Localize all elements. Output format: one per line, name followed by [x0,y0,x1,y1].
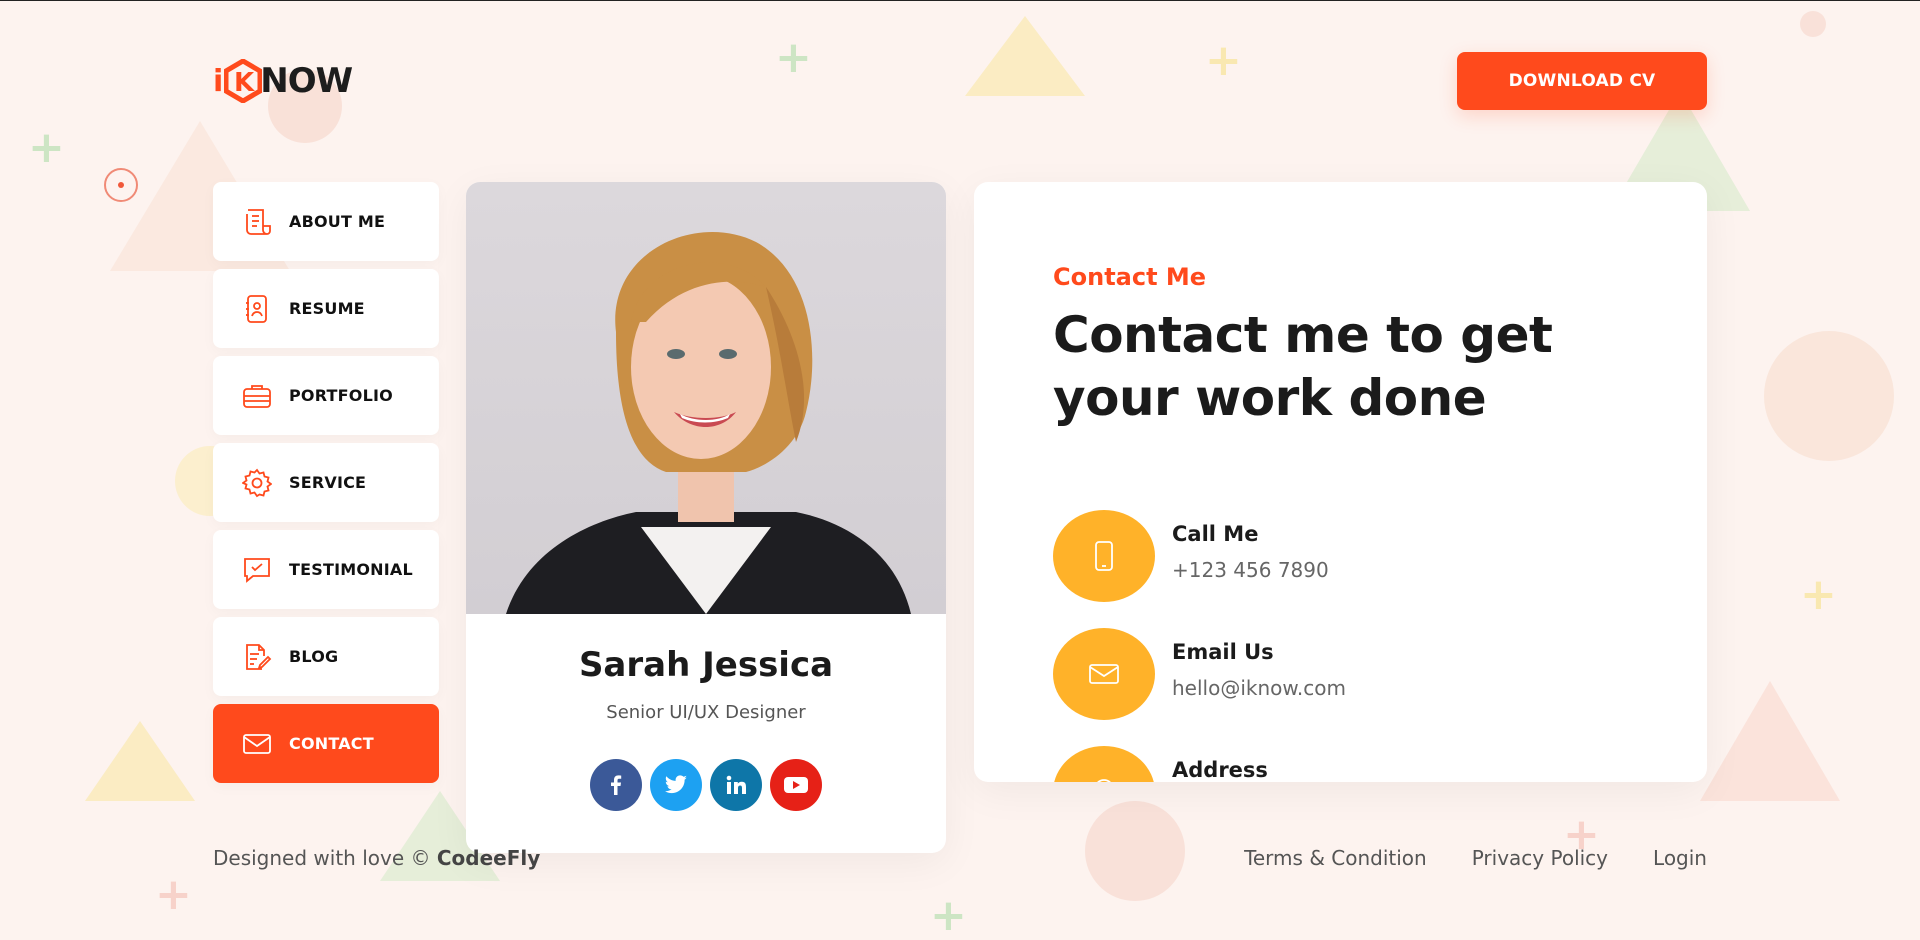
footer-credit-brand[interactable]: CodeeFly [437,846,540,870]
footer-link-terms[interactable]: Terms & Condition [1244,846,1427,870]
bg-circle [1764,331,1894,461]
sidebar-nav: ABOUT ME RESUME PORTFOLIO SERVICE TESTIM… [213,182,439,791]
download-cv-button[interactable]: DOWNLOAD CV [1457,52,1707,110]
contact-item-email: Email Us hello@iknow.com [1053,628,1653,720]
logo-mid: K [234,68,255,98]
logo-prefix: i [213,63,223,99]
profile-card: Sarah Jessica Senior UI/UX Designer [466,182,946,853]
sidebar-item-portfolio[interactable]: PORTFOLIO [213,356,439,435]
footer-link-login[interactable]: Login [1653,846,1707,870]
profile-name: Sarah Jessica [578,645,834,685]
contact-item-call: Call Me +123 456 7890 [1053,510,1653,602]
sidebar-item-label: BLOG [289,647,339,666]
sidebar-item-resume[interactable]: RESUME [213,269,439,348]
chat-check-icon [241,554,273,586]
social-links [466,759,946,811]
profile-title: Senior UI/UX Designer [606,702,806,723]
bg-target-dot [118,182,124,188]
site-header: i K NOW DOWNLOAD CV [213,43,1707,113]
site-footer: Designed with love © CodeeFly Terms & Co… [213,846,1707,876]
mail-icon [1053,628,1155,720]
footer-credit-text: Designed with love © [213,846,431,870]
gear-icon [241,467,273,499]
bg-plus: + [1800,569,1837,620]
contact-item-label: Call Me [1172,522,1259,546]
logo-suffix: NOW [260,61,353,101]
sidebar-item-testimonial[interactable]: TESTIMONIAL [213,530,439,609]
contact-item-address: Address [1053,746,1653,782]
contact-item-label: Address [1172,758,1268,782]
sidebar-item-about-me[interactable]: ABOUT ME [213,182,439,261]
sidebar-item-label: TESTIMONIAL [289,560,413,579]
briefcase-icon [241,380,273,412]
site-logo[interactable]: i K NOW [213,55,353,107]
contact-heading: Contact me to get your work done [1053,306,1553,427]
sidebar-item-label: PORTFOLIO [289,386,393,405]
sidebar-item-blog[interactable]: BLOG [213,617,439,696]
id-card-icon [241,293,273,325]
phone-icon [1053,510,1155,602]
bg-plus: + [28,122,65,173]
mail-icon [241,728,273,760]
sidebar-item-label: ABOUT ME [289,212,386,231]
document-icon [241,206,273,238]
footer-link-privacy[interactable]: Privacy Policy [1472,846,1608,870]
contact-eyebrow: Contact Me [1053,263,1207,291]
twitter-icon[interactable] [650,759,702,811]
sidebar-item-label: RESUME [289,299,365,318]
bg-triangle [85,721,195,801]
logo-hexagon-icon: K [223,58,263,104]
contact-item-value[interactable]: hello@iknow.com [1172,676,1346,700]
facebook-icon[interactable] [590,759,642,811]
edit-note-icon [241,641,273,673]
location-icon [1053,746,1155,782]
sidebar-item-label: CONTACT [289,734,374,753]
bg-target-circle [104,168,138,202]
sidebar-item-label: SERVICE [289,473,367,492]
sidebar-item-service[interactable]: SERVICE [213,443,439,522]
youtube-icon[interactable] [770,759,822,811]
linkedin-icon[interactable] [710,759,762,811]
sidebar-item-contact[interactable]: CONTACT [213,704,439,783]
footer-credit: Designed with love © CodeeFly [213,846,540,870]
bg-plus: + [155,869,192,920]
contact-item-value[interactable]: +123 456 7890 [1172,558,1329,582]
contact-item-label: Email Us [1172,640,1274,664]
bg-triangle [1700,681,1840,801]
bg-circle [1800,11,1826,37]
footer-links: Terms & Condition Privacy Policy Login [1244,846,1707,870]
bg-plus: + [930,890,967,940]
profile-photo [466,182,946,614]
contact-panel: Contact Me Contact me to get your work d… [974,182,1707,782]
